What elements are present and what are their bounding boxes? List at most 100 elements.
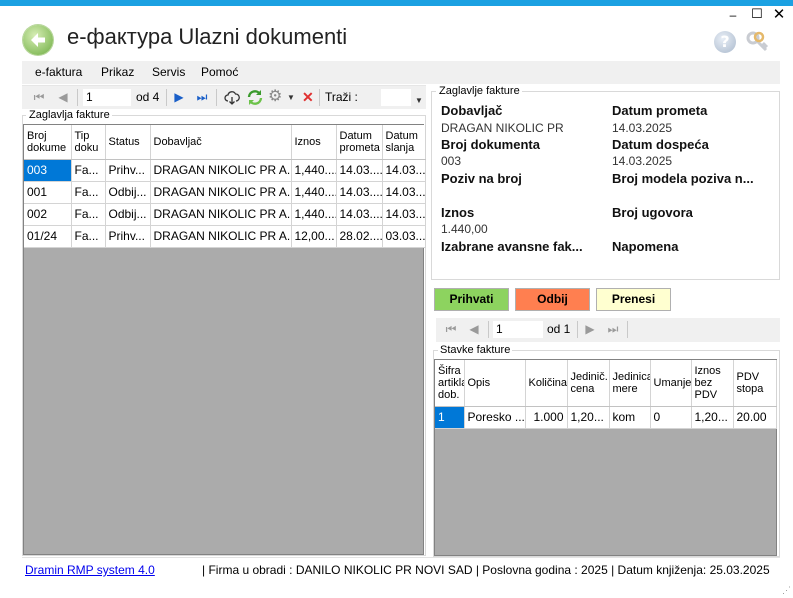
cell-jedinica-mere[interactable]: kom: [609, 406, 651, 429]
resize-grip-icon[interactable]: ⋰: [782, 585, 791, 596]
cell-iznos[interactable]: 1,440....: [291, 159, 337, 182]
cell-iznos[interactable]: 12,00...: [291, 225, 337, 248]
col-iznos-bez-pdv[interactable]: Iznos bez PDV: [691, 360, 734, 407]
cell-datum-slanja[interactable]: 14.03....: [382, 159, 426, 182]
transfer-button[interactable]: Prenesi: [596, 288, 671, 311]
cell-sifra[interactable]: 1: [435, 406, 465, 429]
maximize-button[interactable]: ☐: [748, 7, 766, 22]
col-sifra-artikla[interactable]: Šifra artikla dob.: [435, 360, 465, 407]
napomena-label: Napomena: [612, 239, 679, 254]
cell-datum-slanja[interactable]: 14.03....: [382, 181, 426, 204]
table-row[interactable]: 001 Fa... Odbij... DRAGAN NIKOLIC PR A..…: [24, 181, 426, 204]
overflow-dropdown-icon[interactable]: ▼: [415, 96, 423, 105]
table-row[interactable]: 003 Fa... Prihv... DRAGAN NIKOLIC PR A..…: [24, 159, 426, 182]
col-kolicina[interactable]: Količina: [525, 360, 568, 407]
accept-button[interactable]: Prihvati: [434, 288, 509, 311]
status-bar-divider: [22, 557, 780, 558]
next-record-icon[interactable]: ▶: [172, 90, 186, 104]
page-count: od 4: [136, 90, 160, 104]
invoice-items-legend: Stavke fakture: [438, 344, 513, 356]
cell-broj[interactable]: 01/24: [24, 225, 72, 248]
last-record-icon[interactable]: ⏭: [195, 90, 209, 105]
cell-iznos[interactable]: 1,440....: [291, 181, 337, 204]
cell-umanjenje[interactable]: 0: [650, 406, 692, 429]
cell-status[interactable]: Odbij...: [105, 203, 151, 226]
poziv-na-broj-label: Poziv na broj: [441, 171, 522, 186]
avansne-fakture-label: Izabrane avansne fak...: [441, 239, 583, 254]
col-datum-slanja[interactable]: Datum slanja: [382, 125, 426, 160]
table-row[interactable]: 01/24 Fa... Prihv... DRAGAN NIKOLIC PR A…: [24, 225, 426, 248]
col-jedinicna-cena[interactable]: Jedinič. cena: [567, 360, 610, 407]
close-button[interactable]: ✕: [770, 7, 788, 23]
cell-kolicina[interactable]: 1.000: [525, 406, 568, 429]
page-input[interactable]: 1: [492, 320, 544, 339]
menu-servis[interactable]: Servis: [152, 65, 185, 79]
toolbar-separator: [77, 89, 78, 106]
previous-record-icon[interactable]: ◀: [467, 322, 481, 336]
next-record-icon[interactable]: ▶: [583, 322, 597, 336]
col-status[interactable]: Status: [105, 125, 151, 160]
keys-icon[interactable]: [744, 30, 770, 54]
cell-tip[interactable]: Fa...: [71, 181, 106, 204]
cell-pdv-stopa[interactable]: 20.00: [733, 406, 777, 429]
cell-datum-prometa[interactable]: 14.03....: [336, 159, 383, 182]
cell-datum-slanja[interactable]: 14.03....: [382, 203, 426, 226]
cell-iznos[interactable]: 1,440....: [291, 203, 337, 226]
cell-dobavljac[interactable]: DRAGAN NIKOLIC PR A...: [150, 181, 292, 204]
col-pdv-stopa[interactable]: PDV stopa: [733, 360, 777, 407]
product-link[interactable]: Dramin RMP system 4.0: [25, 563, 155, 577]
col-tip-dokumenta[interactable]: Tip doku: [71, 125, 106, 160]
search-input[interactable]: [380, 88, 412, 107]
table-row[interactable]: 1 Poresko ... 1.000 1,20... kom 0 1,20..…: [435, 406, 777, 429]
menu-e-faktura[interactable]: e-faktura: [35, 65, 82, 79]
title-accent-bar: [0, 0, 793, 6]
col-broj-dokumenta[interactable]: Broj dokume: [24, 125, 72, 160]
col-opis[interactable]: Opis: [464, 360, 526, 407]
col-umanjenje[interactable]: Umanje: [650, 360, 692, 407]
settings-gear-icon[interactable]: ⚙: [268, 89, 282, 105]
menu-pomoc[interactable]: Pomoć: [201, 65, 238, 79]
back-arrow-icon[interactable]: [23, 25, 53, 55]
invoice-headers-legend: Zaglavlja fakture: [27, 109, 112, 121]
first-record-icon[interactable]: ⏮: [32, 90, 46, 105]
previous-record-icon[interactable]: ◀: [56, 90, 70, 104]
page-input[interactable]: 1: [82, 88, 132, 107]
cell-broj[interactable]: 003: [24, 159, 72, 182]
cell-tip[interactable]: Fa...: [71, 203, 106, 226]
cell-iznos-bez-pdv[interactable]: 1,20...: [691, 406, 734, 429]
cell-opis[interactable]: Poresko ...: [464, 406, 526, 429]
first-record-icon[interactable]: ⏮: [444, 322, 458, 337]
cell-broj[interactable]: 002: [24, 203, 72, 226]
cell-datum-prometa[interactable]: 14.03....: [336, 181, 383, 204]
right-navigator-toolbar: ⏮ ◀ 1 od 1 ▶ ⏭: [436, 318, 780, 342]
cell-datum-slanja[interactable]: 03.03....: [382, 225, 426, 248]
reject-button[interactable]: Odbij: [515, 288, 590, 311]
cell-dobavljac[interactable]: DRAGAN NIKOLIC PR A...: [150, 203, 292, 226]
minimize-button[interactable]: –: [724, 9, 742, 23]
cell-status[interactable]: Prihv...: [105, 159, 151, 182]
cloud-download-icon[interactable]: [224, 90, 240, 108]
col-datum-prometa[interactable]: Datum prometa: [336, 125, 383, 160]
cell-dobavljac[interactable]: DRAGAN NIKOLIC PR A...: [150, 225, 292, 248]
cell-datum-prometa[interactable]: 14.03....: [336, 203, 383, 226]
cell-status[interactable]: Odbij...: [105, 181, 151, 204]
cell-dobavljac[interactable]: DRAGAN NIKOLIC PR A...: [150, 159, 292, 182]
cell-tip[interactable]: Fa...: [71, 225, 106, 248]
last-record-icon[interactable]: ⏭: [606, 322, 620, 337]
delete-icon[interactable]: ✕: [302, 89, 314, 106]
cell-status[interactable]: Prihv...: [105, 225, 151, 248]
col-iznos[interactable]: Iznos: [291, 125, 337, 160]
menu-prikaz[interactable]: Prikaz: [101, 65, 134, 79]
cell-broj[interactable]: 001: [24, 181, 72, 204]
help-icon[interactable]: ?: [714, 31, 736, 53]
table-row[interactable]: 002 Fa... Odbij... DRAGAN NIKOLIC PR A..…: [24, 203, 426, 226]
col-dobavljac[interactable]: Dobavljač: [150, 125, 292, 160]
cell-datum-prometa[interactable]: 28.02....: [336, 225, 383, 248]
cell-jedinicna-cena[interactable]: 1,20...: [567, 406, 610, 429]
refresh-icon[interactable]: [246, 89, 264, 109]
dropdown-arrow-icon[interactable]: ▼: [287, 93, 295, 102]
col-jedinica-mere[interactable]: Jedinica mere: [609, 360, 651, 407]
datum-prometa-value: 14.03.2025: [612, 121, 673, 135]
iznos-value: 1.440,00: [441, 222, 488, 236]
cell-tip[interactable]: Fa...: [71, 159, 106, 182]
